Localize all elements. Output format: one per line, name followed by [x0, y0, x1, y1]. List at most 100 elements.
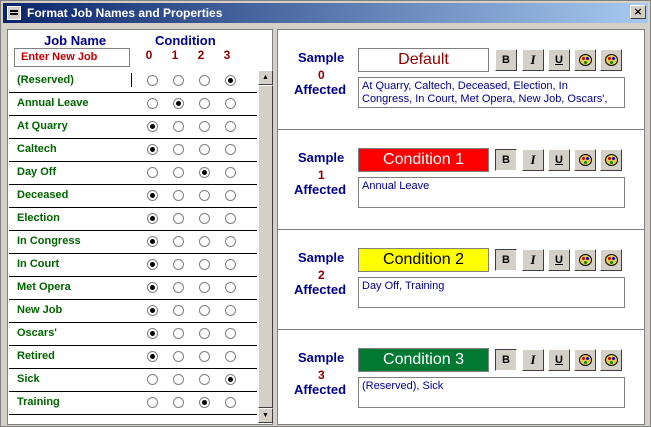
condition-0-radio[interactable] — [147, 282, 158, 293]
condition-2-radio[interactable] — [199, 351, 210, 362]
job-name-field[interactable]: Deceased — [17, 189, 68, 201]
condition-2-radio[interactable] — [199, 236, 210, 247]
condition-1-radio[interactable] — [173, 305, 184, 316]
condition-3-radio[interactable] — [225, 213, 236, 224]
condition-3-radio[interactable] — [225, 351, 236, 362]
condition-1-radio[interactable] — [173, 98, 184, 109]
back-color-button[interactable] — [600, 349, 622, 371]
italic-button[interactable]: I — [522, 349, 544, 371]
condition-2-radio[interactable] — [199, 374, 210, 385]
condition-1-radio[interactable] — [173, 144, 184, 155]
condition-1-radio[interactable] — [173, 213, 184, 224]
condition-0-radio[interactable] — [147, 144, 158, 155]
bold-button[interactable]: B — [495, 249, 517, 271]
underline-button[interactable]: U — [548, 149, 570, 171]
condition-1-radio[interactable] — [173, 397, 184, 408]
condition-0-radio[interactable] — [147, 121, 158, 132]
condition-2-radio[interactable] — [199, 282, 210, 293]
condition-3-radio[interactable] — [225, 98, 236, 109]
new-job-input[interactable]: Enter New Job — [14, 48, 130, 67]
condition-1-radio[interactable] — [173, 236, 184, 247]
fore-color-button[interactable] — [574, 349, 596, 371]
condition-1-radio[interactable] — [173, 259, 184, 270]
condition-0-radio[interactable] — [147, 305, 158, 316]
scroll-thumb[interactable] — [258, 85, 273, 408]
condition-3-radio[interactable] — [225, 305, 236, 316]
fore-color-button[interactable] — [574, 249, 596, 271]
condition-3-radio[interactable] — [225, 282, 236, 293]
scroll-down-button[interactable]: ▼ — [258, 408, 273, 423]
condition-1-radio[interactable] — [173, 351, 184, 362]
condition-1-radio[interactable] — [173, 374, 184, 385]
italic-button[interactable]: I — [522, 149, 544, 171]
condition-0-radio[interactable] — [147, 167, 158, 178]
back-color-button[interactable] — [600, 149, 622, 171]
underline-button[interactable]: U — [548, 349, 570, 371]
condition-2-radio[interactable] — [199, 121, 210, 132]
condition-3-radio[interactable] — [225, 121, 236, 132]
fore-color-button[interactable] — [574, 49, 596, 71]
job-name-field[interactable]: Training — [17, 396, 60, 408]
condition-3-radio[interactable] — [225, 75, 236, 86]
condition-0-radio[interactable] — [147, 374, 158, 385]
condition-3-radio[interactable] — [225, 144, 236, 155]
condition-2-radio[interactable] — [199, 305, 210, 316]
job-name-field[interactable]: New Job — [17, 304, 62, 316]
condition-2-radio[interactable] — [199, 213, 210, 224]
condition-2-radio[interactable] — [199, 167, 210, 178]
close-button[interactable]: × — [630, 5, 646, 19]
condition-1-radio[interactable] — [173, 75, 184, 86]
underline-button[interactable]: U — [548, 249, 570, 271]
condition-1-radio[interactable] — [173, 190, 184, 201]
job-name-field[interactable]: Caltech — [17, 143, 57, 155]
condition-2-radio[interactable] — [199, 144, 210, 155]
italic-button[interactable]: I — [522, 249, 544, 271]
condition-2-radio[interactable] — [199, 259, 210, 270]
job-name-field[interactable]: Met Opera — [17, 281, 71, 293]
back-color-button[interactable] — [600, 249, 622, 271]
condition-0-radio[interactable] — [147, 213, 158, 224]
job-name-field[interactable]: In Court — [17, 258, 59, 270]
condition-3-radio[interactable] — [225, 167, 236, 178]
condition-2-radio[interactable] — [199, 397, 210, 408]
condition-1-radio[interactable] — [173, 328, 184, 339]
scroll-up-button[interactable]: ▲ — [258, 70, 273, 85]
condition-3-radio[interactable] — [225, 190, 236, 201]
job-name-field[interactable]: In Congress — [17, 235, 81, 247]
condition-0-radio[interactable] — [147, 397, 158, 408]
condition-3-radio[interactable] — [225, 328, 236, 339]
condition-0-radio[interactable] — [147, 75, 158, 86]
job-name-field[interactable]: (Reserved) — [17, 74, 74, 86]
underline-button[interactable]: U — [548, 49, 570, 71]
job-name-field[interactable]: At Quarry — [17, 120, 68, 132]
job-name-field[interactable]: Sick — [17, 373, 40, 385]
condition-2-radio[interactable] — [199, 75, 210, 86]
job-name-field[interactable]: Retired — [17, 350, 55, 362]
job-name-field[interactable]: Oscars' — [17, 327, 57, 339]
condition-3-radio[interactable] — [225, 374, 236, 385]
condition-0-radio[interactable] — [147, 190, 158, 201]
condition-0-radio[interactable] — [147, 98, 158, 109]
bold-button[interactable]: B — [495, 349, 517, 371]
job-name-field[interactable]: Election — [17, 212, 60, 224]
condition-0-radio[interactable] — [147, 328, 158, 339]
condition-0-radio[interactable] — [147, 236, 158, 247]
job-name-field[interactable]: Day Off — [17, 166, 56, 178]
bold-button[interactable]: B — [495, 149, 517, 171]
condition-3-radio[interactable] — [225, 236, 236, 247]
condition-0-radio[interactable] — [147, 351, 158, 362]
italic-button[interactable]: I — [522, 49, 544, 71]
job-name-field[interactable]: Annual Leave — [17, 97, 89, 109]
job-list-scrollbar[interactable]: ▲ ▼ — [258, 70, 273, 423]
fore-color-button[interactable] — [574, 149, 596, 171]
back-color-button[interactable] — [600, 49, 622, 71]
condition-3-radio[interactable] — [225, 259, 236, 270]
condition-1-radio[interactable] — [173, 282, 184, 293]
condition-2-radio[interactable] — [199, 98, 210, 109]
bold-button[interactable]: B — [495, 49, 517, 71]
condition-3-radio[interactable] — [225, 397, 236, 408]
condition-2-radio[interactable] — [199, 328, 210, 339]
title-bar[interactable]: Format Job Names and Properties × — [3, 3, 648, 23]
condition-1-radio[interactable] — [173, 167, 184, 178]
condition-0-radio[interactable] — [147, 259, 158, 270]
